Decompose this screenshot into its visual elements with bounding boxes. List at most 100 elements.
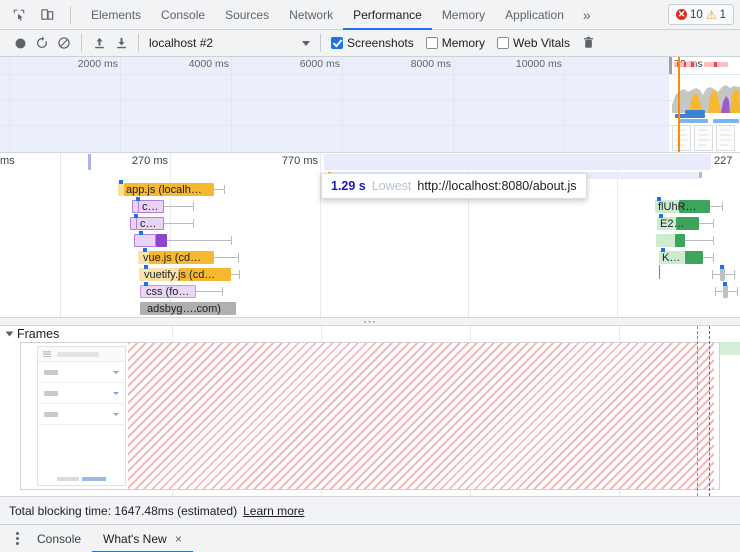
issues-badge[interactable]: ✕ 10 ⚠ 1 — [668, 4, 734, 25]
network-request-row[interactable] — [0, 231, 740, 248]
collect-garbage-icon[interactable] — [578, 32, 600, 54]
overview-tick: 10000 ms — [516, 57, 565, 152]
collapse-triangle-icon[interactable] — [5, 331, 14, 337]
load-profile-icon[interactable] — [88, 32, 110, 54]
thumb-nav-row — [38, 362, 125, 383]
checkbox-screenshots[interactable]: Screenshots — [331, 36, 422, 50]
frame-screenshot-thumbnail[interactable] — [37, 346, 126, 486]
thumb-nav-row — [38, 383, 125, 404]
timeline-selection[interactable] — [324, 154, 711, 170]
tooltip-url: http://localhost:8080/about.js — [417, 179, 577, 193]
checkbox-memory[interactable]: Memory — [425, 36, 493, 50]
overview-tick: 6000 ms — [300, 57, 343, 152]
chevron-down-icon — [302, 40, 310, 46]
timeline-tick-label-right: 227 — [714, 155, 733, 167]
drawer-tab-console[interactable]: Console — [26, 525, 92, 552]
inspect-tools — [0, 4, 81, 26]
overview-rule-3 — [0, 125, 740, 126]
overview-dimmed-left — [0, 57, 669, 152]
network-request-row[interactable]: K… — [0, 248, 740, 265]
blocking-time-text: Total blocking time: 1647.48ms (estimate… — [9, 503, 238, 518]
tab-network[interactable]: Network — [279, 0, 343, 30]
network-request-row[interactable]: flUhR… — [0, 197, 740, 214]
warning-icon: ⚠ — [705, 7, 717, 22]
profile-select[interactable]: localhost #2 — [149, 36, 314, 50]
overview-network-marks — [672, 59, 740, 69]
control-divider-2 — [138, 34, 139, 52]
clear-icon[interactable] — [53, 32, 75, 54]
toolbar-divider — [70, 5, 71, 24]
control-divider-1 — [81, 34, 82, 52]
reload-and-record-icon[interactable] — [31, 32, 53, 54]
overview-tick — [9, 57, 10, 152]
error-count: 10 — [690, 8, 703, 21]
performance-control-bar: localhost #2 Screenshots Memory Web Vita… — [0, 30, 740, 57]
network-track-panel: 270 ms 770 ms 1270 ms 1770 ms ms 227 app… — [0, 152, 740, 319]
overview-filmstrip[interactable] — [672, 125, 740, 152]
overview-rule-2 — [0, 100, 740, 101]
tab-memory[interactable]: Memory — [432, 0, 495, 30]
frames-header[interactable]: Frames — [0, 326, 740, 342]
tab-elements[interactable]: Elements — [81, 0, 151, 30]
screenshots-checkbox[interactable] — [331, 37, 343, 49]
inspect-element-icon[interactable] — [8, 4, 30, 26]
devtools-tab-bar: Elements Console Sources Network Perform… — [0, 0, 740, 30]
tab-application[interactable]: Application — [495, 0, 574, 30]
overview-cpu-chart — [672, 85, 740, 113]
resizer-grip: ⋯ — [363, 314, 377, 329]
network-request-row[interactable] — [0, 282, 740, 299]
filmstrip-thumbnail[interactable] — [694, 125, 713, 151]
learn-more-link[interactable]: Learn more — [243, 504, 304, 518]
save-profile-icon[interactable] — [110, 32, 132, 54]
memory-label: Memory — [441, 36, 486, 50]
devtools-window: Elements Console Sources Network Perform… — [0, 0, 740, 552]
panel-resizer[interactable]: ⋯ — [0, 314, 740, 329]
drawer-tab-label: What's New — [103, 531, 167, 546]
timeline-overview[interactable]: 2000 ms 4000 ms 6000 ms 8000 ms 10000 ms… — [0, 57, 740, 152]
timeline-tick-label-left: ms — [0, 155, 15, 167]
request-tooltip: 1.29 s Lowest http://localhost:8080/abou… — [321, 173, 587, 199]
menu-icon — [43, 351, 51, 357]
frame-boundary-green — [709, 326, 710, 496]
close-icon[interactable]: × — [175, 532, 182, 546]
record-icon[interactable] — [9, 32, 31, 54]
memory-checkbox[interactable] — [425, 37, 438, 49]
profile-select-value: localhost #2 — [149, 36, 214, 50]
web-vitals-checkbox[interactable] — [497, 37, 510, 49]
network-request-row[interactable] — [0, 265, 740, 282]
more-options-icon[interactable] — [8, 528, 26, 550]
thumb-nav-row — [38, 404, 125, 425]
tab-sources[interactable]: Sources — [215, 0, 279, 30]
thumb-title-placeholder — [57, 351, 99, 357]
overview-rule-1 — [0, 74, 740, 75]
more-tabs-button[interactable]: » — [574, 0, 600, 30]
tooltip-priority: Lowest — [371, 179, 412, 193]
timeline-marker-grey[interactable] — [699, 172, 702, 178]
timeline-marker-blue[interactable] — [88, 154, 91, 170]
total-blocking-time-bar: Total blocking time: 1647.48ms (estimate… — [0, 496, 740, 524]
error-icon: ✕ — [676, 9, 688, 20]
overview-playhead[interactable] — [678, 57, 680, 152]
idle-frame-hatch — [128, 343, 714, 489]
tooltip-duration: 1.29 s — [331, 179, 366, 193]
tab-performance[interactable]: Performance — [343, 0, 432, 30]
filmstrip-thumbnail[interactable] — [672, 125, 691, 151]
drawer-tab-bar: Console What's New × — [0, 524, 740, 552]
network-request-row[interactable]: E2… — [0, 214, 740, 231]
panel-tabs: Elements Console Sources Network Perform… — [81, 0, 600, 30]
overview-tick: 8000 ms — [411, 57, 454, 152]
tab-console[interactable]: Console — [151, 0, 215, 30]
overview-network-bars — [672, 110, 740, 124]
checkbox-web-vitals[interactable]: Web Vitals — [497, 36, 578, 50]
frame-boundary-blue — [697, 326, 698, 496]
control-divider-3 — [320, 34, 321, 52]
filmstrip-thumbnail[interactable] — [716, 125, 735, 151]
frames-section: Frames TIE — [0, 326, 740, 496]
device-toolbar-icon[interactable] — [36, 4, 58, 26]
frames-title: Frames — [17, 327, 60, 341]
overview-active-window[interactable]: 70 ms — [672, 57, 740, 152]
drawer-tab-whats-new[interactable]: What's New × — [92, 525, 193, 552]
thumb-header — [38, 347, 125, 362]
frame-preview-strip[interactable]: TIE — [20, 342, 720, 490]
overview-tick: 2000 ms — [78, 57, 121, 152]
